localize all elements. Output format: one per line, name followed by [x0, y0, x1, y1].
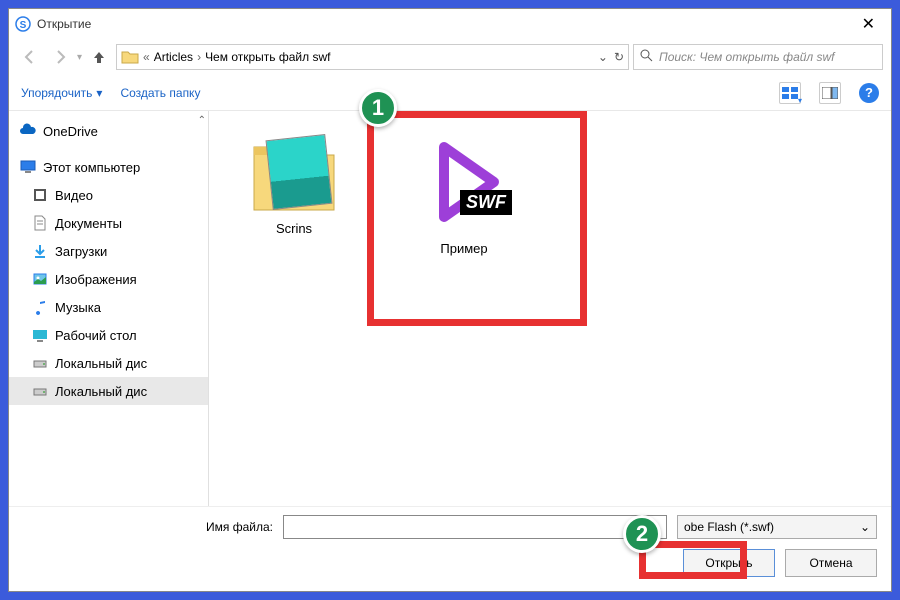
address-dropdown-icon[interactable]: ⌄ [598, 50, 608, 64]
sidebar-item-documents[interactable]: Документы [9, 209, 208, 237]
sidebar-item-desktop[interactable]: Рабочий стол [9, 321, 208, 349]
dialog-title: Открытие [37, 17, 91, 31]
nav-dropdown-icon[interactable]: ▾ [77, 52, 82, 63]
film-icon [31, 186, 49, 204]
filename-label: Имя файла: [23, 520, 273, 534]
drive-icon [31, 382, 49, 400]
toolbar: Упорядочить ▾ Создать папку ▾ ? [9, 75, 891, 111]
download-icon [31, 242, 49, 260]
breadcrumb-item[interactable]: Articles [154, 50, 193, 64]
search-icon [640, 49, 653, 65]
sidebar-item-localdisk[interactable]: Локальный дис [9, 349, 208, 377]
sidebar-item-videos[interactable]: Видео [9, 181, 208, 209]
cancel-button[interactable]: Отмена [785, 549, 877, 577]
filename-input[interactable] [283, 515, 667, 539]
forward-button[interactable] [47, 44, 73, 70]
chevron-right-icon: › [197, 50, 201, 64]
annotation-highlight [367, 111, 587, 326]
preview-pane-button[interactable] [819, 82, 841, 104]
folder-icon [121, 48, 139, 66]
music-note-icon [31, 298, 49, 316]
annotation-badge: 2 [623, 515, 661, 553]
breadcrumb-prefix: « [143, 50, 150, 64]
navigation-bar: ▾ « Articles › Чем открыть файл swf ⌄ ↻ … [9, 39, 891, 75]
monitor-icon [19, 158, 37, 176]
app-icon: S [15, 16, 31, 32]
view-options-button[interactable]: ▾ [779, 82, 801, 104]
sidebar: ⌃ OneDrive Этот компьютер Видео Документ… [9, 111, 209, 506]
svg-text:S: S [20, 20, 27, 31]
cloud-icon [19, 122, 37, 140]
address-bar[interactable]: « Articles › Чем открыть файл swf ⌄ ↻ [116, 44, 629, 70]
sidebar-item-images[interactable]: Изображения [9, 265, 208, 293]
file-label: Scrins [276, 221, 312, 236]
titlebar: S Открытие ✕ [9, 9, 891, 39]
picture-icon [31, 270, 49, 288]
dialog-footer: Имя файла: obe Flash (*.swf) ⌄ Открыть О… [9, 506, 891, 591]
new-folder-button[interactable]: Создать папку [120, 86, 200, 100]
sidebar-item-downloads[interactable]: Загрузки [9, 237, 208, 265]
sidebar-item-localdisk[interactable]: Локальный дис [9, 377, 208, 405]
organize-button[interactable]: Упорядочить ▾ [21, 86, 102, 100]
close-button[interactable]: ✕ [852, 12, 885, 36]
open-file-dialog: S Открытие ✕ ▾ « Articles › Чем открыть … [8, 8, 892, 592]
chevron-down-icon: ▾ [96, 86, 102, 100]
up-button[interactable] [86, 44, 112, 70]
folder-item[interactable]: Scrins [229, 127, 359, 236]
drive-icon [31, 354, 49, 372]
folder-thumbnail-icon [249, 127, 339, 217]
sidebar-item-music[interactable]: Музыка [9, 293, 208, 321]
search-input[interactable]: Поиск: Чем открыть файл swf [633, 44, 883, 70]
document-icon [31, 214, 49, 232]
chevron-up-icon[interactable]: ⌃ [198, 115, 206, 126]
annotation-badge: 1 [359, 89, 397, 127]
help-button[interactable]: ? [859, 83, 879, 103]
chevron-down-icon: ⌄ [860, 520, 870, 534]
file-type-filter[interactable]: obe Flash (*.swf) ⌄ [677, 515, 877, 539]
refresh-icon[interactable]: ↻ [614, 50, 624, 64]
desktop-icon [31, 326, 49, 344]
back-button[interactable] [17, 44, 43, 70]
breadcrumb-item[interactable]: Чем открыть файл swf [205, 50, 330, 64]
sidebar-item-onedrive[interactable]: OneDrive [9, 117, 208, 145]
sidebar-item-this-pc[interactable]: Этот компьютер [9, 153, 208, 181]
search-placeholder: Поиск: Чем открыть файл swf [659, 50, 835, 64]
